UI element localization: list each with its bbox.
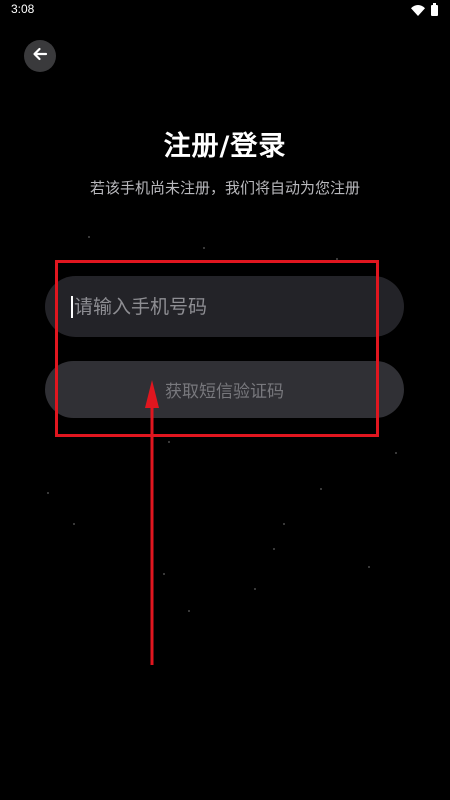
arrow-left-icon xyxy=(32,46,48,66)
star-dot xyxy=(73,523,75,525)
star-dot xyxy=(254,588,256,590)
star-dot xyxy=(368,566,370,568)
star-dot xyxy=(320,488,322,490)
star-dot xyxy=(203,247,205,249)
phone-input[interactable] xyxy=(74,295,374,318)
star-dot xyxy=(283,523,285,525)
star-dot xyxy=(168,441,170,443)
star-dot xyxy=(395,452,397,454)
page-subtitle: 若该手机尚未注册，我们将自动为您注册 xyxy=(89,179,360,197)
text-cursor xyxy=(71,295,73,318)
star-dot xyxy=(273,548,275,550)
get-code-button-label: 获取短信验证码 xyxy=(165,382,284,402)
star-dot xyxy=(88,236,90,238)
status-icons xyxy=(411,1,438,20)
wifi-icon xyxy=(411,1,425,20)
star-dot xyxy=(188,610,190,612)
star-dot xyxy=(163,573,165,575)
page-title: 注册/登录 xyxy=(163,131,287,162)
login-screen: 3:08 注册/登录 若该手机尚未注册，我们将自动为您注册 获取短信验证码 xyxy=(0,0,450,800)
phone-field[interactable] xyxy=(45,276,404,337)
star-dot xyxy=(336,258,338,260)
back-button[interactable] xyxy=(24,40,56,72)
get-code-button[interactable]: 获取短信验证码 xyxy=(45,361,404,418)
star-dot xyxy=(47,492,49,494)
status-time: 3:08 xyxy=(11,2,35,16)
status-bar: 3:08 xyxy=(0,0,450,22)
battery-icon xyxy=(431,2,438,16)
